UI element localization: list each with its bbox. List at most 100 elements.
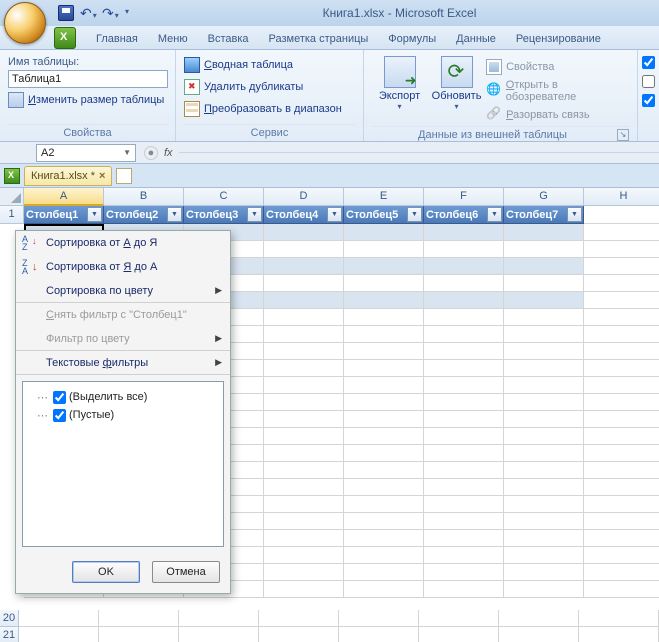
cell[interactable] [504, 292, 584, 309]
cell[interactable] [504, 428, 584, 445]
save-icon[interactable] [58, 5, 74, 21]
cell[interactable] [424, 360, 504, 377]
group-launcher-icon[interactable]: ↘ [617, 129, 629, 141]
cell[interactable] [264, 309, 344, 326]
cell[interactable] [264, 530, 344, 547]
close-tab-icon[interactable]: × [99, 170, 105, 182]
filter-dropdown-icon[interactable] [327, 207, 342, 222]
tab-page-layout[interactable]: Разметка страницы [259, 28, 379, 49]
filter-dropdown-icon[interactable] [567, 207, 582, 222]
cell[interactable] [584, 241, 659, 258]
tab-home[interactable]: Главная [86, 28, 148, 49]
cell[interactable] [504, 496, 584, 513]
cell[interactable] [264, 411, 344, 428]
cell[interactable] [264, 445, 344, 462]
column-header[interactable]: E [344, 188, 424, 206]
cell[interactable] [504, 479, 584, 496]
cell[interactable] [504, 445, 584, 462]
fx-icon[interactable]: fx [164, 147, 173, 159]
cell[interactable] [264, 377, 344, 394]
cell[interactable] [584, 275, 659, 292]
ribbon-check-1[interactable] [642, 56, 655, 69]
cell[interactable] [344, 581, 424, 598]
sort-by-color-item[interactable]: Сортировка по цвету ▶ [16, 279, 230, 303]
cell[interactable] [264, 547, 344, 564]
table-column-header[interactable]: Столбец2 [104, 206, 184, 224]
cell[interactable] [584, 428, 659, 445]
cell[interactable] [344, 496, 424, 513]
pivot-table-button[interactable]: Сводная таблица [184, 54, 355, 76]
cell[interactable] [424, 394, 504, 411]
cell[interactable] [264, 275, 344, 292]
filter-dropdown-icon[interactable] [487, 207, 502, 222]
cell[interactable] [344, 547, 424, 564]
tab-review[interactable]: Рецензирование [506, 28, 611, 49]
remove-duplicates-button[interactable]: Удалить дубликаты [184, 76, 355, 98]
column-header[interactable]: C [184, 188, 264, 206]
cell[interactable] [499, 610, 579, 627]
cell[interactable] [424, 241, 504, 258]
sort-descending-item[interactable]: Сортировка от Я до А [16, 255, 230, 279]
cell[interactable] [584, 462, 659, 479]
cell[interactable] [584, 496, 659, 513]
filter-tree-node-select-all[interactable]: (Выделить все) [27, 388, 219, 406]
cell[interactable] [504, 258, 584, 275]
resize-table-button[interactable]: Изменить размер таблицы [8, 92, 167, 108]
cell[interactable] [264, 462, 344, 479]
cell[interactable] [584, 530, 659, 547]
table-column-header[interactable]: Столбец6 [424, 206, 504, 224]
cell[interactable] [584, 479, 659, 496]
cell[interactable] [264, 581, 344, 598]
cell[interactable] [584, 547, 659, 564]
cell[interactable] [424, 496, 504, 513]
cell[interactable] [264, 292, 344, 309]
filter-dropdown-icon[interactable] [407, 207, 422, 222]
cell[interactable] [264, 343, 344, 360]
cell[interactable] [504, 564, 584, 581]
column-header[interactable]: D [264, 188, 344, 206]
excel-app-icon[interactable] [54, 27, 76, 49]
row-header[interactable]: 20 [0, 610, 19, 627]
office-button[interactable] [4, 2, 46, 44]
cell[interactable] [264, 428, 344, 445]
cell[interactable] [424, 581, 504, 598]
cell[interactable] [424, 258, 504, 275]
cell[interactable] [424, 309, 504, 326]
cell[interactable] [504, 394, 584, 411]
cell[interactable] [344, 241, 424, 258]
cell[interactable] [344, 513, 424, 530]
cell[interactable] [424, 564, 504, 581]
workbook-tab[interactable]: Книга1.xlsx * × [24, 166, 112, 186]
filter-values-tree[interactable]: (Выделить все) (Пустые) [22, 381, 224, 547]
refresh-button[interactable]: Обновить ▾ [429, 54, 484, 126]
cell[interactable] [424, 479, 504, 496]
cell[interactable] [504, 411, 584, 428]
cell[interactable] [19, 610, 99, 627]
filter-dropdown-icon[interactable] [87, 207, 102, 222]
filter-tree-node-blanks[interactable]: (Пустые) [27, 406, 219, 424]
cell[interactable] [424, 292, 504, 309]
cell[interactable] [419, 610, 499, 627]
cell[interactable] [584, 564, 659, 581]
cell[interactable] [344, 343, 424, 360]
cell[interactable] [264, 394, 344, 411]
cell[interactable] [344, 479, 424, 496]
tab-data[interactable]: Данные [446, 28, 506, 49]
cell[interactable] [264, 326, 344, 343]
qat-customize-icon[interactable] [124, 5, 140, 21]
checkbox-icon[interactable] [642, 94, 655, 107]
table-column-header[interactable]: Столбец1 [24, 206, 104, 224]
filter-dropdown-icon[interactable] [167, 207, 182, 222]
cell[interactable] [579, 610, 659, 627]
cell[interactable] [504, 513, 584, 530]
ok-button[interactable]: OK [72, 561, 140, 583]
cell[interactable] [264, 241, 344, 258]
cell[interactable] [424, 530, 504, 547]
cell[interactable] [424, 275, 504, 292]
formula-input[interactable] [179, 152, 659, 153]
cell[interactable] [584, 224, 659, 241]
ribbon-check-2[interactable] [642, 75, 655, 88]
cell[interactable] [504, 530, 584, 547]
cell[interactable] [424, 224, 504, 241]
cell[interactable] [424, 445, 504, 462]
